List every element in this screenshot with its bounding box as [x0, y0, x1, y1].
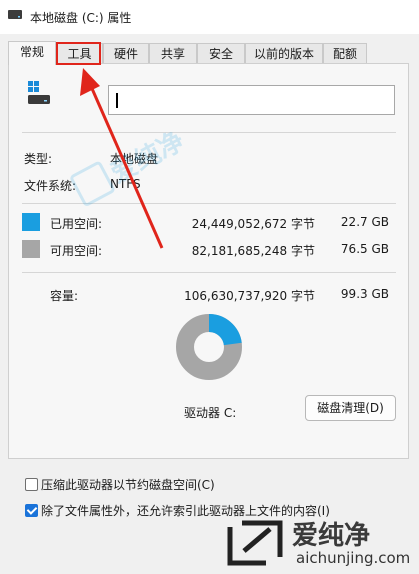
- tools-tab-highlight: [56, 42, 101, 65]
- drive-letter-label: 驱动器 C:: [184, 406, 237, 420]
- brand-url: aichunjing.com: [296, 549, 411, 567]
- drive-icon: [8, 10, 22, 19]
- free-space-size: 76.5 GB: [340, 242, 389, 256]
- capacity-label: 容量:: [50, 289, 79, 303]
- divider: [22, 203, 396, 204]
- disk-usage-donut: [176, 314, 242, 380]
- window-title: 本地磁盘 (C:) 属性: [30, 11, 132, 25]
- capacity-size: 99.3 GB: [340, 287, 389, 301]
- free-space-bytes: 82,181,685,248 字节: [191, 244, 315, 258]
- disk-cleanup-button[interactable]: 磁盘清理(D): [305, 395, 396, 421]
- tab-hardware[interactable]: 硬件: [103, 43, 149, 64]
- tab-quota[interactable]: 配额: [323, 43, 367, 64]
- compress-label: 压缩此驱动器以节约磁盘空间(C): [41, 478, 215, 492]
- text-caret: [116, 93, 118, 108]
- filesystem-value: NTFS: [110, 177, 141, 191]
- filesystem-label: 文件系统:: [24, 179, 77, 193]
- free-space-swatch: [22, 240, 40, 258]
- brand-name: 爱纯净: [292, 521, 371, 551]
- tab-general[interactable]: 常规: [8, 41, 56, 65]
- windows-drive-icon: [28, 81, 50, 104]
- index-checkbox[interactable]: [25, 504, 38, 517]
- compress-checkbox[interactable]: [25, 478, 38, 491]
- tab-sharing[interactable]: 共享: [149, 43, 197, 64]
- tab-security[interactable]: 安全: [197, 43, 245, 64]
- tab-previous-versions[interactable]: 以前的版本: [245, 43, 323, 64]
- used-space-label: 已用空间:: [50, 217, 103, 231]
- brand-logo-icon: [227, 520, 283, 566]
- divider: [22, 132, 396, 133]
- used-space-bytes: 24,449,052,672 字节: [191, 217, 315, 231]
- drive-name-input[interactable]: [108, 85, 395, 115]
- divider: [22, 272, 396, 273]
- used-space-size: 22.7 GB: [340, 215, 389, 229]
- type-label: 类型:: [24, 152, 53, 166]
- title-bar: 本地磁盘 (C:) 属性: [0, 0, 419, 34]
- capacity-bytes: 106,630,737,920 字节: [184, 289, 315, 303]
- free-space-label: 可用空间:: [50, 244, 103, 258]
- used-space-swatch: [22, 213, 40, 231]
- brand-watermark: 爱纯净 aichunjing.com: [226, 515, 416, 573]
- type-value: 本地磁盘: [110, 152, 159, 166]
